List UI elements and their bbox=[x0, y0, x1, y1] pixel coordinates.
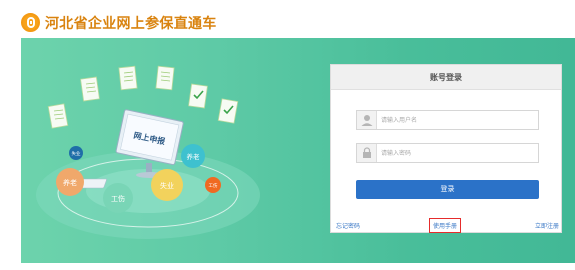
lock-icon bbox=[357, 144, 377, 162]
password-input[interactable] bbox=[381, 146, 531, 160]
forgot-password-link[interactable]: 忘记密码 bbox=[336, 221, 360, 230]
bubble-injury-2: 工伤 bbox=[111, 194, 125, 203]
bubble-pension-2: 养老 bbox=[63, 178, 77, 187]
site-title: 河北省企业网上参保直通车 bbox=[45, 16, 217, 32]
login-links: 忘记密码 使用手册 立即注册 bbox=[331, 218, 563, 233]
online-declaration-illustration: 网上申报 养老 失业 工伤 养老 失业 工伤 bbox=[36, 65, 260, 239]
site-header: 河北省企业网上参保直通车 bbox=[0, 0, 575, 38]
bubble-injury-1: 工伤 bbox=[209, 182, 218, 189]
username-field[interactable] bbox=[356, 110, 539, 130]
social-security-logo-icon bbox=[21, 13, 40, 32]
login-title: 账号登录 bbox=[331, 65, 561, 90]
login-button[interactable]: 登录 bbox=[356, 180, 539, 199]
user-manual-link[interactable]: 使用手册 bbox=[429, 218, 462, 233]
username-input[interactable] bbox=[381, 113, 531, 127]
register-link[interactable]: 立即注册 bbox=[535, 221, 559, 230]
bubble-pension-1: 养老 bbox=[187, 152, 201, 161]
bubble-unemployment-1: 失业 bbox=[72, 150, 81, 157]
password-field[interactable] bbox=[356, 143, 539, 163]
login-panel: 账号登录 登录 忘记密码 使用手册 立即注册 bbox=[330, 64, 562, 233]
bubble-unemployment-2: 失业 bbox=[160, 181, 174, 190]
user-icon bbox=[357, 111, 377, 129]
